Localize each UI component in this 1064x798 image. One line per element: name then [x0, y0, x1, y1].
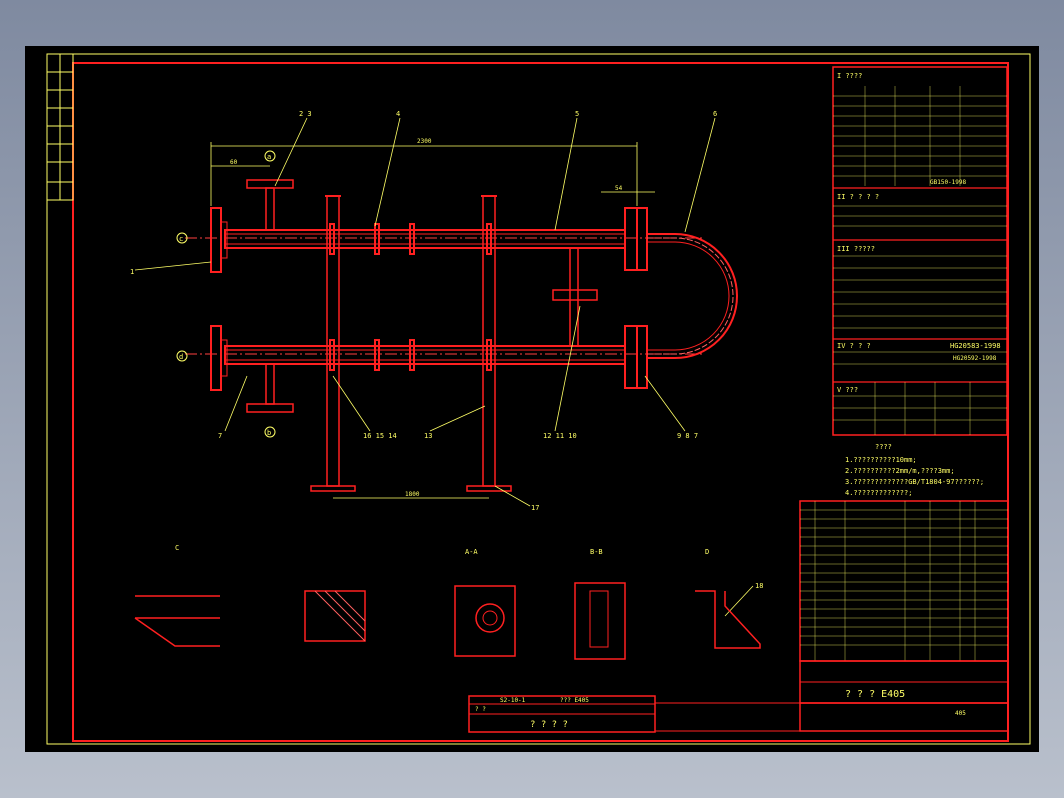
tech-note-4: 4.?????????????;: [845, 489, 912, 497]
callout-6: 6: [713, 110, 717, 118]
callout-5: 5: [575, 110, 579, 118]
tech-notes-heading: ????: [875, 443, 892, 451]
tech-notes: ???? 1.??????????10mm; 2.??????????2mm/m…: [845, 443, 984, 497]
callout-9-8-7: 9 8 7: [677, 432, 698, 440]
drawing-code: S2-10-1: [500, 697, 526, 704]
dim-2300: 2300: [417, 138, 432, 145]
nozzle-label-d: d: [179, 353, 183, 361]
tech-note-3: 3.?????????????GB/T1804-97??????;: [845, 478, 984, 486]
standard-2: HG20592-1998: [953, 355, 997, 362]
spec-section-4: IV ? ? ?: [837, 342, 871, 350]
callout-4: 4: [396, 110, 400, 118]
spec-section-1: I ????: [837, 72, 862, 80]
dim-54: 54: [615, 185, 623, 192]
drawing-name: ? ? ? E405: [845, 689, 905, 700]
standard-3: GB150-1998: [930, 179, 967, 186]
nozzle-label-b: b: [267, 429, 271, 437]
parts-list: [799, 500, 1009, 662]
tech-note-2: 2.??????????2mm/m,????3mm;: [845, 467, 955, 475]
section-title-b-b: B-B: [590, 548, 603, 556]
detail-views: [134, 582, 761, 660]
drawing-sheet: c d a b 2300 1800 60 54 2 3 4 5 6 1 7 16…: [46, 53, 1031, 745]
callout-16-15-14: 16 15 14: [363, 432, 397, 440]
main-assembly-view: c d a b 2300 1800 60 54 2 3 4 5 6 1 7 16…: [130, 110, 763, 617]
callout-17: 17: [531, 504, 539, 512]
section-title-c: C: [175, 544, 179, 552]
spec-section-5: V ???: [837, 386, 858, 394]
section-title-a-a: A-A: [465, 548, 478, 556]
dim-60: 60: [230, 159, 238, 166]
drawing-code-2: ??? E405: [560, 697, 589, 704]
nozzle-label-a: a: [267, 153, 271, 161]
spec-section-3: III ?????: [837, 245, 875, 253]
spec-section-2: II ? ? ? ?: [837, 193, 879, 201]
sheet-number: 405: [955, 710, 966, 717]
spec-tables: I ???? II ? ? ? ? III ????? IV ? ? ? V ?…: [832, 66, 1008, 436]
sheet-label: ? ?: [475, 706, 486, 713]
tech-note-1: 1.??????????10mm;: [845, 456, 917, 464]
nozzle-label-c: c: [179, 235, 183, 243]
callout-1: 1: [130, 268, 134, 276]
bottom-title: ? ? ? ?: [530, 720, 568, 730]
callout-12-11-10: 12 11 10: [543, 432, 577, 440]
callout-13: 13: [424, 432, 432, 440]
standard-1: HG20583-1998: [950, 342, 1001, 350]
title-block: ? ? ? E405 405 S2-10-1 ??? E405 ? ? ? ? …: [468, 660, 1009, 733]
dim-1800: 1800: [405, 491, 420, 498]
cad-drawing-canvas[interactable]: c d a b 2300 1800 60 54 2 3 4 5 6 1 7 16…: [25, 46, 1039, 752]
section-title-d: D: [705, 548, 709, 556]
callout-2-3: 2 3: [299, 110, 312, 118]
callout-7: 7: [218, 432, 222, 440]
callout-18: 18: [755, 582, 763, 590]
